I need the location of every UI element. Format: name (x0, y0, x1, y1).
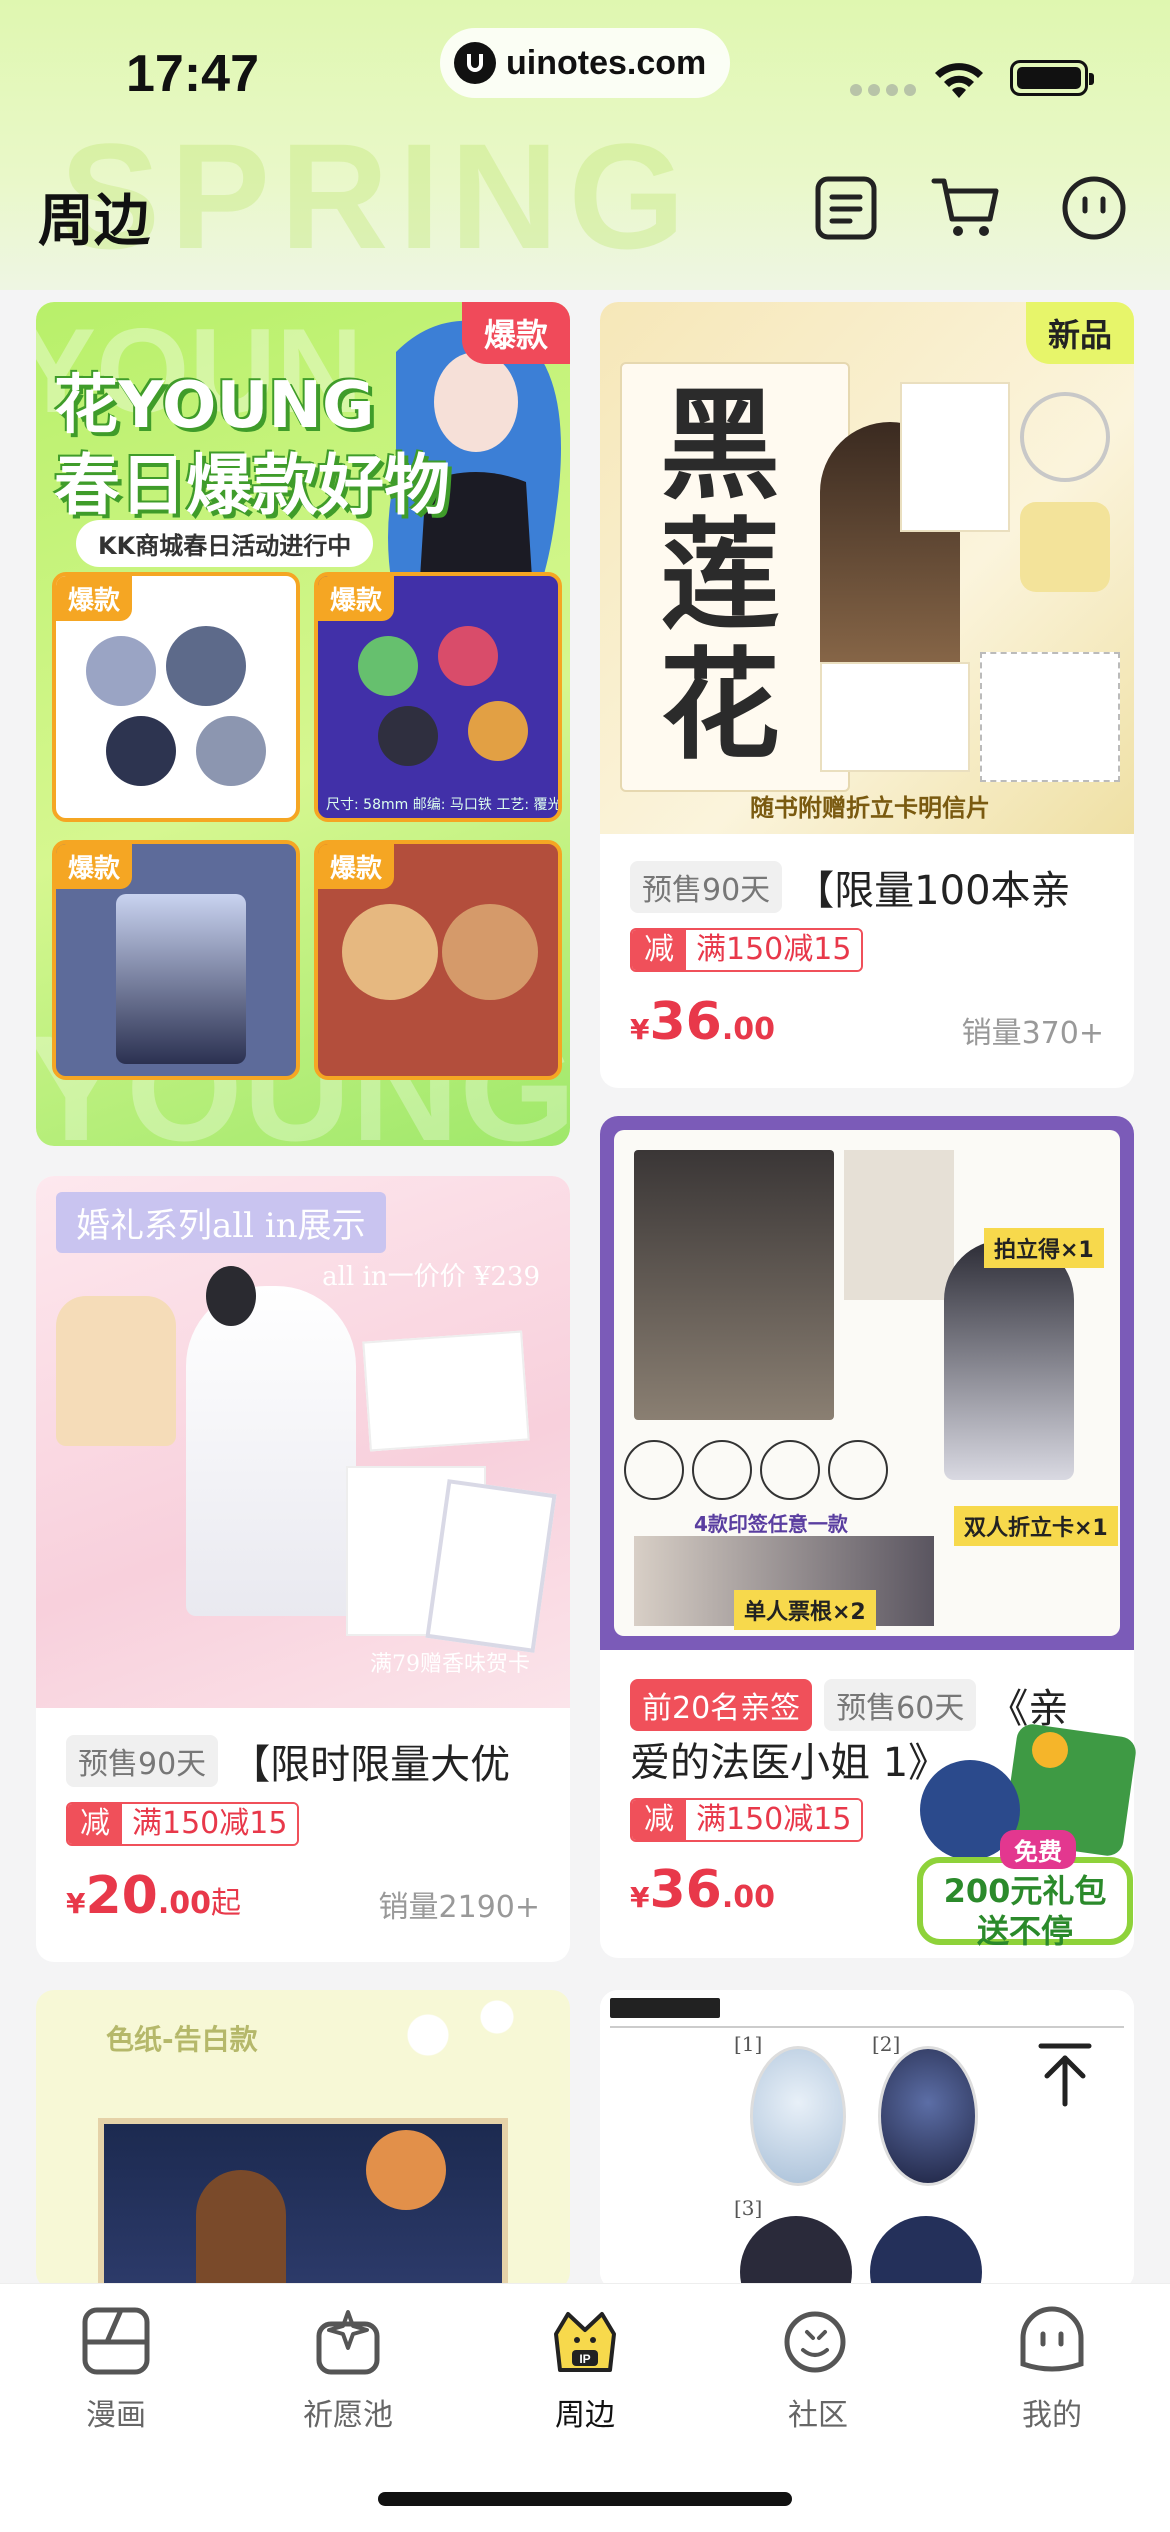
tab-profile[interactable]: 我的 (972, 2304, 1132, 2434)
presale-tag: 预售90天 (630, 861, 783, 913)
tab-community[interactable]: 社区 (738, 2304, 898, 2434)
product-card-shikishi[interactable]: 色纸-告白款 (36, 1990, 570, 2290)
tab-label: 祈愿池 (303, 2398, 393, 2433)
badge-hot: 爆款 (461, 302, 570, 364)
bonus-label: 4款印签任意一款 (694, 1512, 848, 1536)
product-card-spring-banner[interactable]: YOUN YOUNG 花YOUNG 春日爆款好物 KK商城春日活动进行中 爆款 … (36, 302, 570, 1146)
mark: [2] (872, 2032, 901, 2056)
ip-merch-icon: IP (554, 2312, 616, 2372)
page-title: 周边 (38, 189, 150, 254)
back-to-top-button[interactable] (1020, 2030, 1110, 2120)
banner-footer: 满79赠香味贺卡 (370, 1652, 530, 1677)
banner-headline: 婚礼系列all in展示 (56, 1192, 386, 1253)
site-logo-icon (454, 42, 496, 84)
url-text: uinotes.com (506, 43, 707, 82)
product-price: ¥36.00 (630, 992, 776, 1052)
banner-tile: 爆款 (314, 840, 562, 1080)
tab-wish-pool[interactable]: 祈愿池 (268, 2304, 428, 2434)
autograph-tag: 前20名亲签 (630, 1679, 813, 1731)
promo-tag: 减 满150减15 (66, 1802, 300, 1846)
presale-tag: 预售90天 (66, 1735, 219, 1787)
community-icon (784, 2311, 846, 2373)
cart-icon[interactable] (930, 172, 1002, 244)
home-indicator (378, 2492, 792, 2506)
wish-pool-icon (316, 2310, 380, 2375)
banner-subtitle: KK商城春日活动进行中 (76, 520, 374, 567)
profile-icon (1020, 2306, 1084, 2372)
product-image: 黑莲花 随书附赠折立卡明信片 (600, 302, 1134, 834)
url-pill[interactable]: uinotes.com (440, 28, 730, 98)
mark: [1] (734, 2032, 763, 2056)
customer-service-icon[interactable] (1058, 172, 1130, 244)
product-image: 拍立得×1 双人折立卡×1 4款印签任意一款 单人票根×2 (600, 1116, 1134, 1650)
tab-label: 社区 (788, 2398, 848, 2433)
tab-label: 我的 (1022, 2398, 1082, 2433)
product-card-wedding-series[interactable]: 婚礼系列all in展示 all in一价价 ¥239 满79赠香味贺卡 预售9… (36, 1176, 570, 1962)
battery-icon (1010, 60, 1094, 96)
product-price: ¥36.00 (630, 1860, 776, 1920)
banner-headline-2: 春日爆款好物 (54, 447, 450, 524)
bonus-label: 单人票根×2 (734, 1590, 876, 1630)
product-image: 色纸-告白款 (36, 1990, 570, 2290)
banner-tile: 爆款 (52, 840, 300, 1080)
product-title-line: 预售90天 【限时限量大优 (66, 1732, 546, 1790)
product-image: YOUN YOUNG 花YOUNG 春日爆款好物 KK商城春日活动进行中 爆款 … (36, 302, 570, 1146)
mark: [3] (734, 2196, 763, 2220)
tab-merch[interactable]: IP 周边 (505, 2304, 665, 2434)
bonus-label: 双人折立卡×1 (954, 1506, 1118, 1546)
comic-icon (82, 2307, 150, 2375)
signal-icon (850, 84, 916, 96)
orders-icon[interactable] (810, 172, 882, 244)
product-card-black-lotus[interactable]: 黑莲花 随书附赠折立卡明信片 新品 预售90天 【限量100本亲 减 满150减… (600, 302, 1134, 1088)
banner-headline: 色纸-告白款 (106, 2023, 258, 2056)
status-time: 17:47 (126, 45, 259, 103)
promo-tag: 减 满150减15 (630, 928, 864, 972)
product-price: ¥20.00起 (66, 1866, 242, 1926)
sales-count: 销量370+ (961, 1016, 1104, 1051)
badge-new: 新品 (1025, 302, 1134, 364)
wifi-icon (935, 63, 983, 98)
status-bar: 17:47 uinotes.com (0, 0, 1170, 150)
bonus-label: 拍立得×1 (984, 1228, 1104, 1268)
banner-tile: 爆款 尺寸: 58mm 邮编: 马口铁 工艺: 覆光 (314, 572, 562, 822)
product-title-line: 预售90天 【限量100本亲 (630, 858, 1110, 916)
banner-tile: 爆款 (52, 572, 300, 822)
tab-label: 周边 (555, 2398, 615, 2433)
product-title: 【限量100本亲 (794, 868, 1071, 914)
product-image: 婚礼系列all in展示 all in一价价 ¥239 满79赠香味贺卡 (36, 1176, 570, 1708)
banner-price-note: all in一价价 ¥239 (322, 1262, 540, 1292)
image-caption: 随书附赠折立卡明信片 (750, 794, 990, 822)
arrow-up-icon (1038, 2043, 1092, 2107)
product-title: 【限时限量大优 (230, 1742, 511, 1788)
tab-comic[interactable]: 漫画 (36, 2304, 196, 2434)
sales-count: 销量2190+ (378, 1890, 540, 1925)
promo-tag: 减 满150减15 (630, 1798, 864, 1842)
svg-text:IP: IP (579, 2352, 590, 2366)
gift-package-float[interactable]: 免费 200元礼包 送不停 (900, 1720, 1140, 1950)
gift-free-label: 免费 (1000, 1830, 1076, 1869)
gift-line-3: 送不停 (976, 1912, 1073, 1950)
tab-label: 漫画 (86, 2398, 146, 2433)
